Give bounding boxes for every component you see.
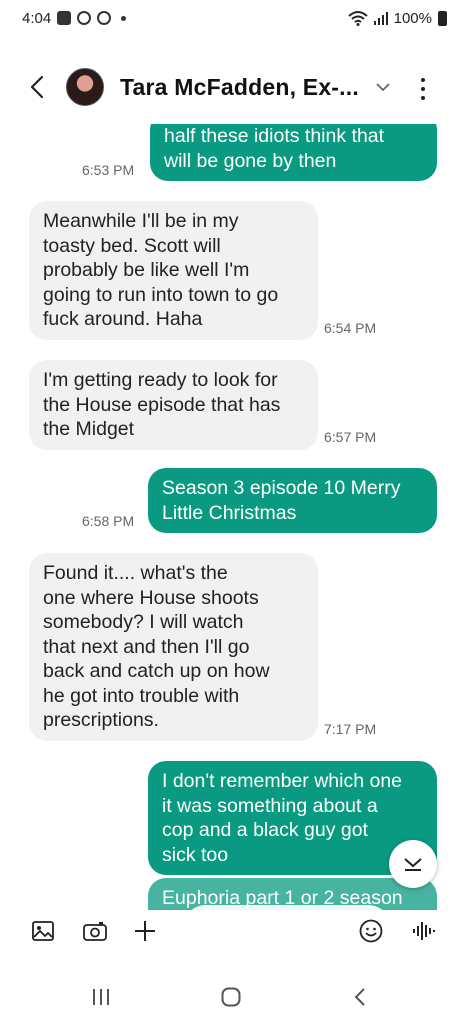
wifi-icon — [347, 11, 368, 26]
status-bar: 4:04 100% — [0, 0, 461, 36]
conversation-header: Tara McFadden, Ex-... — [0, 56, 461, 118]
chevron-down-icon — [376, 82, 390, 91]
more-dot — [421, 78, 425, 82]
message-timestamp: 6:57 PM — [324, 429, 377, 445]
more-dot — [421, 87, 425, 91]
message-timestamp: 7:17 PM — [324, 721, 377, 737]
camera-button[interactable] — [80, 916, 110, 946]
back-button[interactable] — [12, 62, 62, 112]
contact-avatar[interactable] — [66, 68, 104, 106]
status-left: 4:04 — [22, 9, 127, 27]
back-icon — [354, 988, 365, 1006]
gallery-notification-icon — [57, 11, 72, 25]
message-timestamp: 6:53 PM — [82, 162, 135, 178]
system-back-button[interactable] — [345, 982, 375, 1012]
incoming-message[interactable]: I'm getting ready to look for the House … — [29, 360, 318, 450]
contact-name[interactable]: Tara McFadden, Ex-... — [120, 74, 359, 101]
chevron-down-icon — [404, 858, 422, 871]
image-icon — [32, 921, 54, 941]
more-dot — [421, 96, 425, 100]
outgoing-message[interactable]: Season 3 episode 10 Merry Little Christm… — [148, 468, 437, 533]
attach-button[interactable] — [130, 916, 160, 946]
incoming-message[interactable]: Meanwhile I'll be in my toasty bed. Scot… — [29, 201, 318, 340]
message-list[interactable]: half these idiots think that will be gon… — [0, 124, 461, 910]
recent-apps-button[interactable] — [86, 982, 116, 1012]
outgoing-message[interactable]: half these idiots think that will be gon… — [150, 124, 437, 181]
voice-record-button[interactable] — [409, 916, 439, 946]
back-arrow-icon — [30, 75, 44, 99]
composer-bar — [0, 906, 461, 956]
message-timestamp: 6:58 PM — [82, 513, 135, 529]
app-notification-icon — [77, 11, 92, 25]
status-right: 100% — [347, 9, 447, 27]
plus-icon — [135, 921, 155, 941]
home-icon — [221, 987, 241, 1007]
signal-icon — [373, 12, 388, 25]
system-nav-bar — [0, 970, 461, 1024]
incoming-message[interactable]: Found it.... what's the one where House … — [29, 553, 318, 741]
contact-details-chevron[interactable] — [373, 77, 393, 97]
battery-icon — [438, 10, 447, 26]
more-options-button[interactable] — [411, 74, 435, 104]
app-notification-icon-2 — [97, 11, 112, 25]
camera-icon — [83, 922, 107, 941]
scroll-to-bottom-button[interactable] — [389, 840, 437, 888]
voice-wave-icon — [413, 922, 435, 940]
message-timestamp: 6:54 PM — [324, 320, 377, 336]
home-button[interactable] — [216, 982, 246, 1012]
gallery-button[interactable] — [28, 916, 58, 946]
recents-icon — [93, 989, 109, 1005]
battery-percent: 100% — [393, 9, 432, 27]
emoji-button[interactable] — [356, 916, 386, 946]
status-time: 4:04 — [22, 9, 52, 27]
emoji-icon — [359, 919, 383, 943]
more-notifications-icon — [121, 15, 127, 21]
